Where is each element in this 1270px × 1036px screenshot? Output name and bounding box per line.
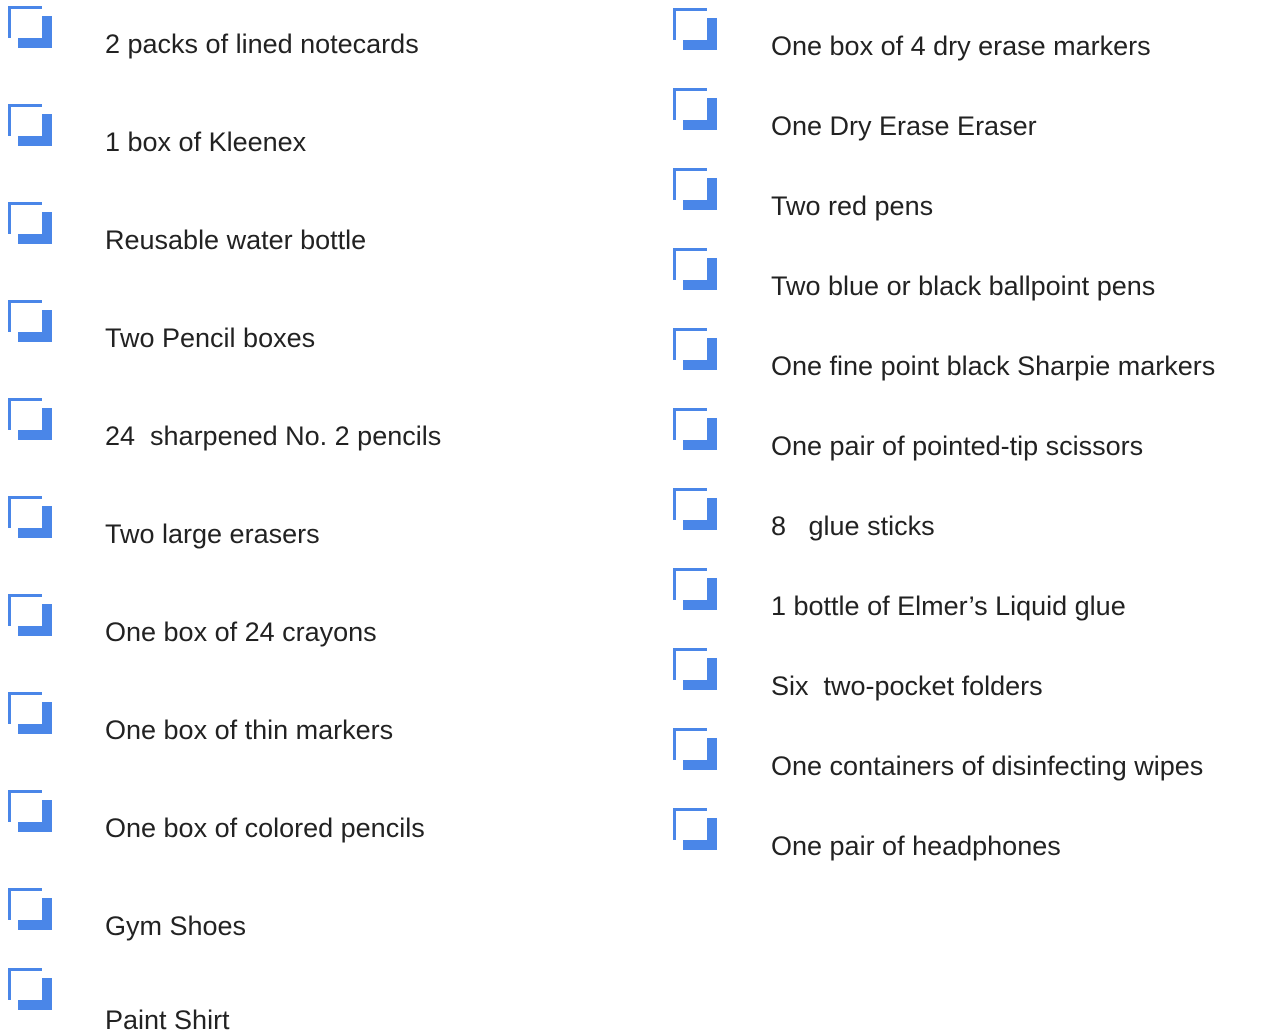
supply-item: One box of 24 crayons [8, 594, 628, 654]
empty-checkbox-icon[interactable] [8, 790, 52, 832]
supply-item: One box of 4 dry erase markers [673, 8, 1270, 68]
supply-item-label: Gym Shoes [105, 911, 247, 941]
empty-checkbox-icon[interactable] [8, 6, 52, 48]
empty-checkbox-icon[interactable] [8, 888, 52, 930]
supply-item-label: Two large erasers [105, 519, 320, 549]
supply-item-label: 2 packs of lined notecards [105, 29, 419, 59]
supply-item-label: 1 box of Kleenex [105, 127, 307, 157]
supply-item: 1 bottle of Elmer’s Liquid glue [673, 568, 1270, 628]
supply-item: One fine point black Sharpie markers [673, 328, 1270, 388]
supply-item-label: Two blue or black ballpoint pens [771, 271, 1156, 301]
empty-checkbox-icon[interactable] [673, 168, 717, 210]
supply-item: Two red pens [673, 168, 1270, 228]
supply-item-label: One box of 4 dry erase markers [771, 31, 1151, 61]
supply-item-label: Two Pencil boxes [105, 323, 316, 353]
empty-checkbox-icon[interactable] [673, 728, 717, 770]
supply-item: One Dry Erase Eraser [673, 88, 1270, 148]
supply-item: Two Pencil boxes [8, 300, 628, 360]
supply-item: Six two-pocket folders [673, 648, 1270, 708]
supply-item: One pair of pointed-tip scissors [673, 408, 1270, 468]
supply-item: 8 glue sticks [673, 488, 1270, 548]
supply-item-label: One pair of pointed-tip scissors [771, 431, 1144, 461]
supply-item-label: One pair of headphones [771, 831, 1061, 861]
supply-item: Two blue or black ballpoint pens [673, 248, 1270, 308]
empty-checkbox-icon[interactable] [673, 808, 717, 850]
empty-checkbox-icon[interactable] [8, 398, 52, 440]
supply-item: Two large erasers [8, 496, 628, 556]
empty-checkbox-icon[interactable] [673, 648, 717, 690]
supply-item: Reusable water bottle [8, 202, 628, 262]
supply-item-label: 8 glue sticks [771, 511, 935, 541]
empty-checkbox-icon[interactable] [673, 328, 717, 370]
empty-checkbox-icon[interactable] [673, 408, 717, 450]
supply-item-label: Reusable water bottle [105, 225, 367, 255]
supply-item-label: Six two-pocket folders [771, 671, 1043, 701]
empty-checkbox-icon[interactable] [673, 248, 717, 290]
supply-item: One box of thin markers [8, 692, 628, 752]
supply-item: One containers of disinfecting wipes [673, 728, 1270, 788]
empty-checkbox-icon[interactable] [673, 568, 717, 610]
supply-item-label: One box of 24 crayons [105, 617, 377, 647]
empty-checkbox-icon[interactable] [8, 594, 52, 636]
empty-checkbox-icon[interactable] [8, 202, 52, 244]
supply-item: 1 box of Kleenex [8, 104, 628, 164]
supply-item: One pair of headphones [673, 808, 1270, 868]
supply-item-label: One Dry Erase Eraser [771, 111, 1037, 141]
supply-item: One box of colored pencils [8, 790, 628, 850]
empty-checkbox-icon[interactable] [8, 692, 52, 734]
supply-item: Gym Shoes [8, 888, 628, 948]
empty-checkbox-icon[interactable] [8, 968, 52, 1010]
supply-item-label: One fine point black Sharpie markers [771, 351, 1216, 381]
supply-item: 24 sharpened No. 2 pencils [8, 398, 628, 458]
supply-item-label: 1 bottle of Elmer’s Liquid glue [771, 591, 1126, 621]
supply-item-label: Two red pens [771, 191, 934, 221]
supply-item: 2 packs of lined notecards [8, 6, 628, 66]
supply-item-label: One box of colored pencils [105, 813, 425, 843]
empty-checkbox-icon[interactable] [673, 8, 717, 50]
empty-checkbox-icon[interactable] [673, 88, 717, 130]
supply-item: Paint Shirt [8, 968, 628, 1035]
supply-item-label: One box of thin markers [105, 715, 394, 745]
empty-checkbox-icon[interactable] [8, 496, 52, 538]
empty-checkbox-icon[interactable] [8, 104, 52, 146]
supply-item-label: 24 sharpened No. 2 pencils [105, 421, 442, 451]
supply-item-label: Paint Shirt [105, 1005, 230, 1035]
supply-item-label: One containers of disinfecting wipes [771, 751, 1204, 781]
empty-checkbox-icon[interactable] [673, 488, 717, 530]
empty-checkbox-icon[interactable] [8, 300, 52, 342]
